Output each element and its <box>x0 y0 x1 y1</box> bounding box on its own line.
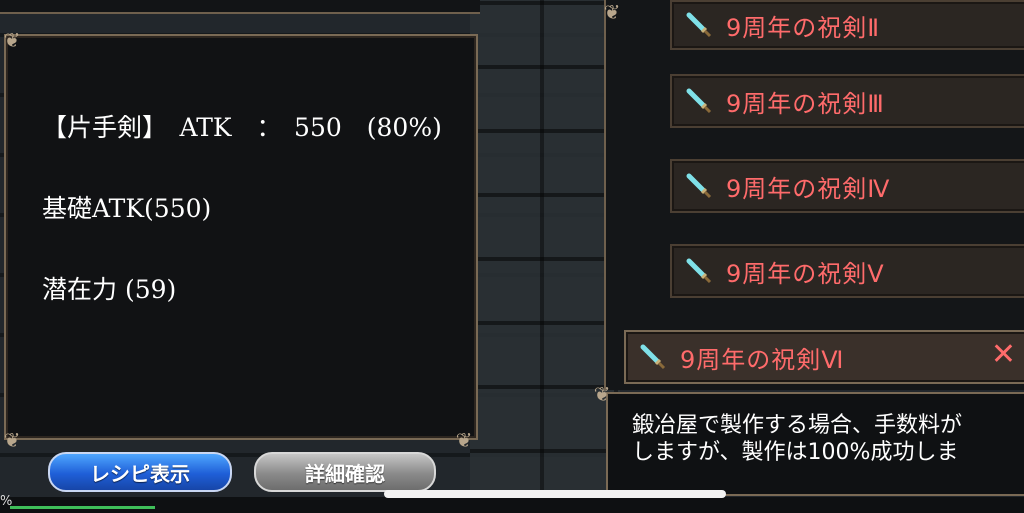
corner-ornament-icon: ❦ <box>3 428 21 452</box>
list-item[interactable]: 9周年の祝剣Ⅱ <box>670 0 1024 50</box>
loading-progress-bar <box>10 506 155 509</box>
sword-icon <box>686 12 712 38</box>
list-item[interactable]: 9周年の祝剣Ⅴ <box>670 244 1024 298</box>
list-item-selected[interactable]: 9周年の祝剣Ⅵ ✕ <box>624 330 1024 384</box>
sword-icon <box>686 88 712 114</box>
details-button[interactable]: 詳細確認 <box>254 452 436 492</box>
recipe-button[interactable]: レシピ表示 <box>48 452 232 492</box>
sword-icon <box>640 344 666 370</box>
corner-ornament-icon: ❦ <box>593 382 611 406</box>
item-label: 9周年の祝剣Ⅳ <box>726 174 891 203</box>
bottom-bar <box>0 497 1024 513</box>
description-line: 鍛冶屋で製作する場合、手数料が <box>632 413 963 438</box>
description-text: 鍛冶屋で製作する場合、手数料が しますが、製作は100%成功しま <box>632 412 962 466</box>
list-item[interactable]: 9周年の祝剣Ⅲ <box>670 74 1024 128</box>
top-frame <box>0 0 480 14</box>
corner-ornament-icon: ❦ <box>455 428 473 452</box>
weapon-stats: 【片手剣】 ATK ： 550 (80%) 基礎ATK(550) 潜在力 (59… <box>42 60 442 330</box>
weapon-type-atk: 【片手剣】 ATK ： 550 (80%) <box>42 113 442 142</box>
list-item[interactable]: 9周年の祝剣Ⅳ <box>670 159 1024 213</box>
sword-icon <box>686 258 712 284</box>
progress-percent: % <box>0 494 13 509</box>
corner-ornament-icon: ❦ <box>603 0 621 24</box>
item-label: 9周年の祝剣Ⅱ <box>726 13 881 42</box>
item-label: 9周年の祝剣Ⅵ <box>680 345 845 374</box>
item-label: 9周年の祝剣Ⅲ <box>726 89 885 118</box>
description-box: 鍛冶屋で製作する場合、手数料が しますが、製作は100%成功しま <box>606 392 1024 496</box>
potential: 潜在力 (59) <box>42 275 177 304</box>
home-indicator[interactable] <box>384 490 726 498</box>
base-atk: 基礎ATK(550) <box>42 194 212 223</box>
sword-icon <box>686 173 712 199</box>
background-wall <box>470 0 620 513</box>
corner-ornament-icon: ❦ <box>3 28 21 52</box>
description-line: しますが、製作は100%成功しま <box>632 440 959 465</box>
close-icon[interactable]: ✕ <box>991 340 1016 370</box>
item-label: 9周年の祝剣Ⅴ <box>726 259 885 288</box>
